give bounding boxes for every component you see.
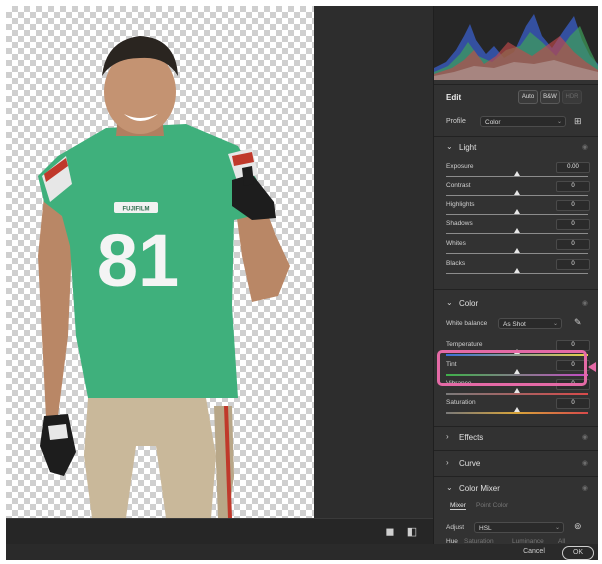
edit-title: Edit [446,93,462,102]
profile-select[interactable]: Color ⌄ [480,116,566,127]
saturation-slider[interactable] [446,412,588,414]
section-color-mixer[interactable]: ⌄ Color Mixer ◉ [434,480,598,498]
blacks-value[interactable]: 0 [556,259,590,270]
adjust-label: Adjust [446,524,465,531]
chevron-right-icon: › [446,432,449,441]
auto-button[interactable]: Auto [518,90,538,104]
hdr-button[interactable]: HDR [562,90,582,104]
slider-thumb[interactable] [514,407,520,412]
chevron-down-icon: ⌄ [552,321,558,327]
shadows-slider[interactable] [446,233,588,234]
vibrance-slider[interactable] [446,393,588,395]
section-color-mixer-title: Color Mixer [459,484,500,493]
contrast-slider[interactable] [446,195,588,196]
slider-thumb[interactable] [514,190,520,195]
slider-thumb[interactable] [514,268,520,273]
white-balance-select[interactable]: As Shot ⌄ [498,318,562,329]
tab-mixer[interactable]: Mixer [450,502,466,510]
contrast-value[interactable]: 0 [556,181,590,192]
white-balance-label: White balance [446,320,488,327]
chevron-right-icon: › [446,458,449,467]
adjust-value: HSL [479,525,492,532]
adjust-select[interactable]: HSL ⌄ [474,522,564,533]
profile-label: Profile [446,118,466,125]
shadows-value[interactable]: 0 [556,219,590,230]
section-effects[interactable]: › Effects ◉ [434,429,598,447]
tab-point-color[interactable]: Point Color [476,502,508,509]
image-canvas[interactable]: FUJIFILM 81 [6,6,433,518]
fit-view-icon[interactable]: ◼ [384,526,396,538]
visibility-eye-icon[interactable]: ◉ [582,299,588,307]
bw-button[interactable]: B&W [540,90,560,104]
highlights-value[interactable]: 0 [556,200,590,211]
highlights-slider[interactable] [446,214,588,215]
tint-highlight-box [437,350,587,386]
ok-button[interactable]: OK [562,546,594,560]
blacks-slider[interactable] [446,273,588,274]
section-color-title: Color [459,299,479,308]
pointer-arrow-icon [588,362,596,372]
visibility-eye-icon[interactable]: ◉ [582,143,588,151]
slider-thumb[interactable] [514,388,520,393]
profile-browser-icon[interactable]: ⊞ [574,116,582,127]
visibility-eye-icon[interactable]: ◉ [582,433,588,441]
section-curve-title: Curve [459,459,481,468]
before-after-icon[interactable]: ◧ [406,526,418,538]
target-adjust-icon[interactable]: ⊚ [574,521,582,532]
section-light-title: Light [459,143,477,152]
whites-value[interactable]: 0 [556,239,590,250]
jersey-number: 81 [97,219,179,302]
chevron-down-icon: ⌄ [446,483,453,492]
chevron-down-icon: ⌄ [446,142,453,151]
histogram [434,6,598,80]
section-effects-title: Effects [459,433,484,442]
slider-thumb[interactable] [514,248,520,253]
slider-thumb[interactable] [514,209,520,214]
athlete-photo: FUJIFILM 81 [38,36,290,518]
jersey-logo: FUJIFILM [123,207,150,213]
whites-slider[interactable] [446,253,588,254]
saturation-value[interactable]: 0 [556,398,590,409]
chevron-down-icon: ⌄ [556,119,562,125]
footer-bar: Cancel OK [6,544,598,560]
eyedropper-icon[interactable]: ✎ [574,317,582,328]
white-balance-value: As Shot [503,321,526,328]
cancel-button[interactable]: Cancel [514,546,554,558]
visibility-eye-icon[interactable]: ◉ [582,459,588,467]
section-light[interactable]: ⌄ Light ◉ [434,139,598,157]
visibility-eye-icon[interactable]: ◉ [582,484,588,492]
chevron-down-icon: ⌄ [446,298,453,307]
section-curve[interactable]: › Curve ◉ [434,455,598,473]
exposure-slider[interactable] [446,176,588,177]
canvas-toolbar: ◼ ◧ [6,518,433,545]
edit-panel: Edit Auto B&W HDR Profile Color ⌄ ⊞ ⌄ Li… [434,6,598,545]
slider-thumb[interactable] [514,171,520,176]
section-color[interactable]: ⌄ Color ◉ [434,295,598,313]
slider-thumb[interactable] [514,228,520,233]
chevron-down-icon: ⌄ [554,525,560,531]
profile-value: Color [485,119,501,126]
camera-raw-window: FUJIFILM 81 ◼ ◧ Edit Auto B&W HDR Profil [6,6,598,560]
exposure-value[interactable]: 0.00 [556,162,590,173]
